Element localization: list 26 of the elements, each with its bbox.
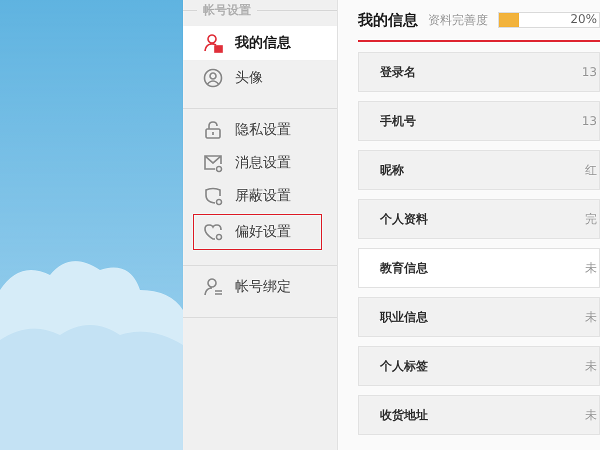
info-row[interactable]: 个人标签 未 <box>358 346 600 386</box>
progress-reading: 20% <box>570 12 597 26</box>
user-list-icon <box>203 277 223 297</box>
lock-icon <box>203 120 223 140</box>
info-row[interactable]: 职业信息 未 <box>358 297 600 337</box>
sidebar-item[interactable]: 消息设置 <box>183 148 337 178</box>
info-row[interactable]: 昵称 红 <box>358 150 600 190</box>
sidebar-item[interactable]: 偏好设置 <box>193 214 322 250</box>
info-row[interactable]: 手机号 13 <box>358 101 600 141</box>
page-title: 我的信息 <box>358 10 418 30</box>
sidebar-heading: 帐号设置 <box>203 2 251 18</box>
info-row[interactable]: 个人资料 完 <box>358 199 600 239</box>
completeness-label: 资料完善度 <box>428 12 488 28</box>
user-icon <box>203 33 223 53</box>
info-row[interactable]: 登录名 13 <box>358 52 600 92</box>
avatar-icon <box>203 68 223 88</box>
sidebar-item[interactable]: 我的信息 <box>183 26 337 60</box>
sidebar-item[interactable]: 帐号绑定 <box>183 272 337 302</box>
heart-gear-icon <box>203 222 223 242</box>
sidebar-item[interactable]: 屏蔽设置 <box>183 181 337 211</box>
sidebar-item[interactable]: 隐私设置 <box>183 115 337 145</box>
info-row[interactable]: 收货地址 未 <box>358 395 600 435</box>
shield-gear-icon <box>203 186 223 206</box>
info-row[interactable]: 教育信息 未 <box>358 248 600 288</box>
sidebar-item[interactable]: 头像 <box>183 63 337 93</box>
envelope-gear-icon <box>203 153 223 173</box>
